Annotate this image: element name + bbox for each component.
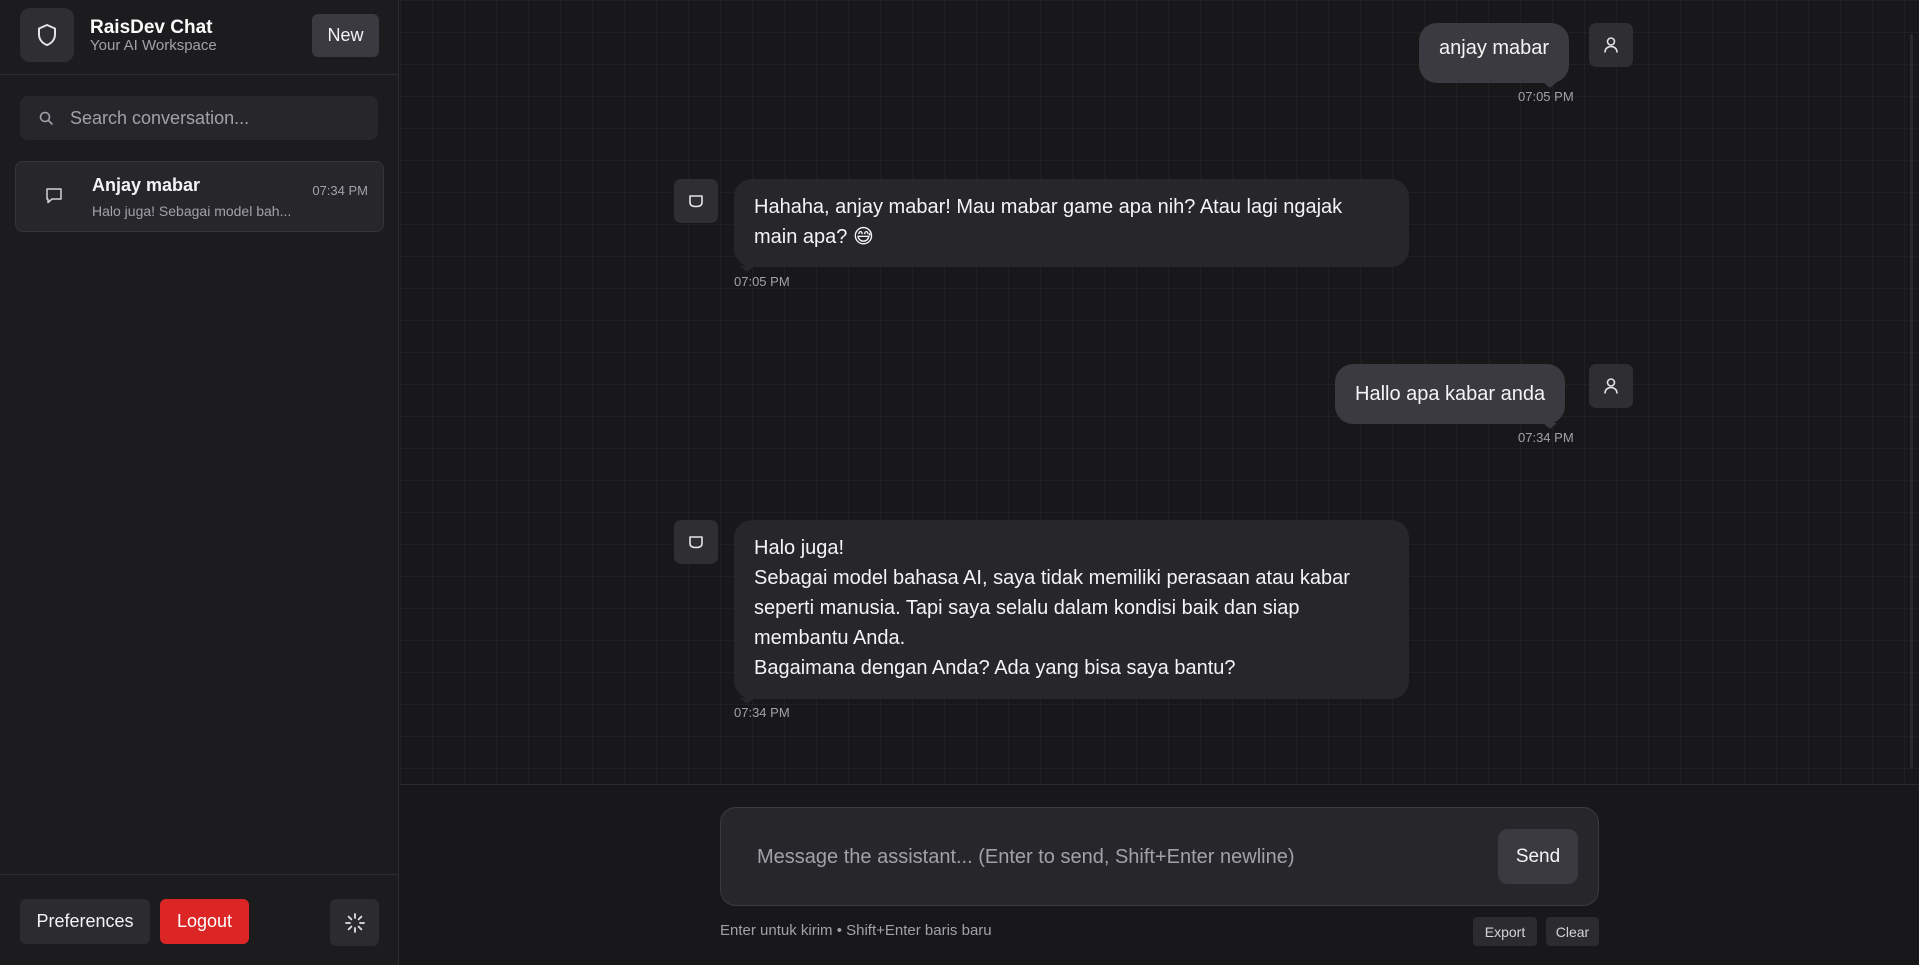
message-input[interactable] [757, 808, 1477, 907]
message-time: 07:05 PM [1518, 89, 1574, 104]
composer-bar: Send Enter untuk kirim • Shift+Enter bar… [400, 784, 1919, 965]
scrollbar[interactable] [1910, 34, 1913, 769]
message-text: Hallo apa kabar anda [1355, 383, 1546, 405]
user-avatar-icon [1589, 23, 1633, 67]
bubble-tail [740, 266, 754, 272]
composer-box: Send [720, 807, 1599, 907]
search-input[interactable] [70, 96, 370, 140]
export-button[interactable]: Export [1473, 917, 1537, 946]
message-line: Bagaimana dengan Anda? Ada yang bisa say… [754, 657, 1236, 679]
sidebar-footer: Preferences Logout [0, 874, 399, 965]
user-message: anjay mabar [1419, 23, 1570, 83]
logout-button[interactable]: Logout [160, 899, 249, 944]
chat-bubble-icon [44, 186, 64, 211]
sidebar: RaisDev Chat Your AI Workspace New Anjay… [0, 0, 399, 965]
message-line: Sebagai model bahasa AI, saya tidak memi… [754, 567, 1350, 649]
bubble-tail [740, 698, 754, 704]
conversation-time: 07:34 PM [312, 183, 368, 198]
bubble-tail [1543, 82, 1557, 88]
assistant-avatar-icon [674, 179, 718, 223]
keyboard-hint: Enter untuk kirim • Shift+Enter baris ba… [720, 922, 992, 939]
send-button[interactable]: Send [1498, 829, 1578, 884]
search-box [20, 96, 378, 140]
assistant-message: Hahaha, anjay mabar! Mau mabar game apa … [734, 179, 1409, 267]
conversation-item[interactable]: Anjay mabar Halo juga! Sebagai model bah… [15, 161, 384, 232]
new-chat-button[interactable]: New [312, 14, 379, 57]
message-line: Halo juga! [754, 537, 845, 559]
message-text: Hahaha, anjay mabar! Mau mabar game apa … [754, 196, 1343, 248]
user-message: Hallo apa kabar anda [1335, 364, 1566, 424]
bubble-tail [1543, 423, 1557, 429]
message-time: 07:05 PM [734, 274, 790, 289]
user-avatar-icon [1589, 364, 1633, 408]
search-icon [38, 110, 54, 131]
shield-logo-icon [20, 8, 74, 62]
assistant-avatar-icon [674, 520, 718, 564]
preferences-button[interactable]: Preferences [20, 899, 150, 944]
clear-button[interactable]: Clear [1546, 917, 1599, 946]
brand-header: RaisDev Chat Your AI Workspace New [0, 0, 399, 75]
conversation-preview: Halo juga! Sebagai model bah... [92, 203, 292, 219]
app-title: RaisDev Chat [90, 17, 213, 38]
loader-icon[interactable] [330, 899, 379, 946]
chat-area: anjay mabar 07:05 PM Hahaha, anjay mabar… [400, 0, 1919, 965]
message-time: 07:34 PM [734, 705, 790, 720]
app-subtitle: Your AI Workspace [90, 37, 217, 54]
message-time: 07:34 PM [1518, 430, 1574, 445]
message-text: anjay mabar [1439, 37, 1550, 59]
assistant-message: Halo juga! Sebagai model bahasa AI, saya… [734, 520, 1409, 699]
conversation-title: Anjay mabar [92, 175, 201, 195]
